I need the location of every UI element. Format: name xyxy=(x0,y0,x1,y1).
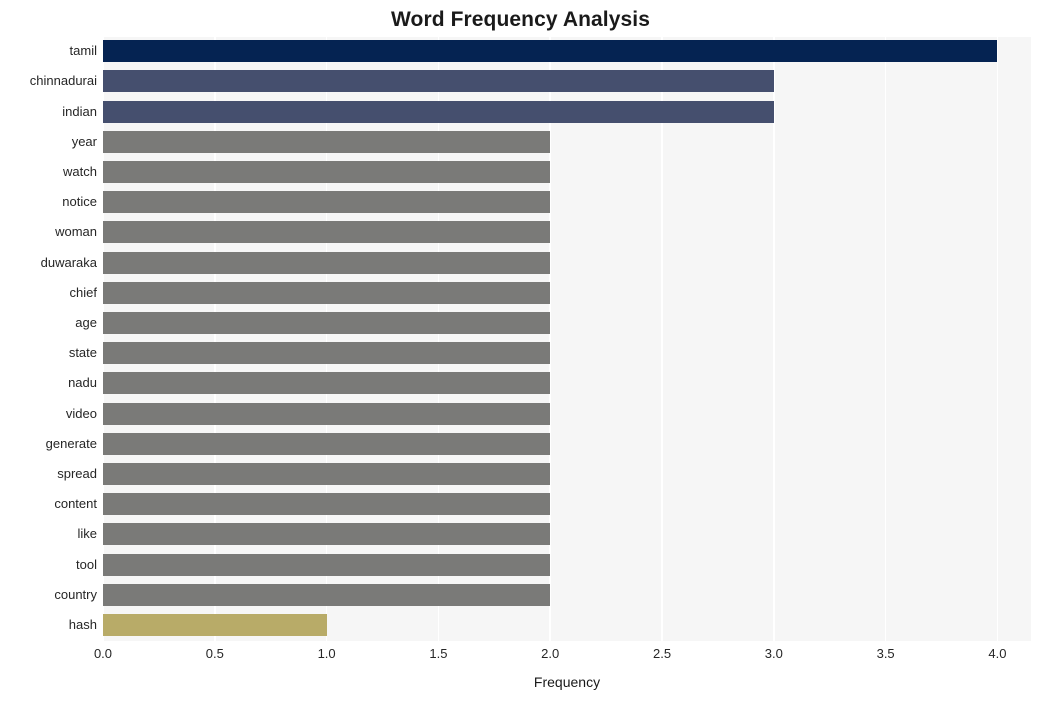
y-tick-label-country: country xyxy=(54,586,97,602)
x-tick-label-2.0: 2.0 xyxy=(541,646,560,661)
y-tick-label-age: age xyxy=(75,314,97,330)
bar-duwaraka xyxy=(103,251,551,274)
bar-tool xyxy=(103,553,551,576)
y-tick-label-nadu: nadu xyxy=(68,375,97,391)
bar-woman xyxy=(103,221,551,244)
y-tick-label-watch: watch xyxy=(63,163,97,179)
bar-watch xyxy=(103,160,551,183)
y-tick-label-generate: generate xyxy=(45,435,97,451)
bar-tamil xyxy=(103,40,998,63)
x-tick-label-0.0: 0.0 xyxy=(93,646,113,661)
bar-country xyxy=(103,583,551,606)
x-tick-label-1.0: 1.0 xyxy=(317,646,336,661)
word-frequency-chart: Word Frequency Analysis tamil chinnadurai… xyxy=(0,0,1041,701)
bar-state xyxy=(103,342,551,365)
bar-age xyxy=(103,311,551,334)
bar-hash xyxy=(103,613,327,636)
plot-area xyxy=(102,37,1031,641)
y-tick-label-tool: tool xyxy=(76,556,97,572)
bar-year xyxy=(103,130,551,153)
y-tick-label-duwaraka: duwaraka xyxy=(40,254,97,270)
bar-nadu xyxy=(103,372,551,395)
y-tick-label-hash: hash xyxy=(68,616,97,632)
y-tick-label-tamil: tamil xyxy=(69,43,97,59)
bar-spread xyxy=(103,462,551,485)
chart-title: Word Frequency Analysis xyxy=(390,8,651,31)
y-tick-label-like: like xyxy=(77,526,97,542)
x-tick-label-3.5: 3.5 xyxy=(876,646,895,661)
bars-layer xyxy=(103,37,1031,641)
x-tick-label-3.0: 3.0 xyxy=(764,646,783,661)
bar-like xyxy=(103,523,551,546)
bar-content xyxy=(103,493,551,516)
x-axis-tick-labels: 0.0 0.5 1.0 1.5 2.0 2.5 3.0 3.5 4.0 xyxy=(0,645,1041,667)
x-tick-label-1.5: 1.5 xyxy=(429,646,448,661)
bar-video xyxy=(103,402,551,425)
y-axis-tick-labels: tamil chinnadurai indian year watch notice wom… xyxy=(0,37,97,641)
bar-notice xyxy=(103,191,551,214)
y-tick-label-video: video xyxy=(65,405,97,421)
y-tick-label-notice: notice xyxy=(62,194,97,210)
x-tick-label-2.5: 2.5 xyxy=(652,646,672,661)
bar-chief xyxy=(103,281,551,304)
x-tick-label-0.5: 0.5 xyxy=(205,646,224,661)
bar-indian xyxy=(103,100,774,123)
y-tick-label-chinnadurai: chinnadurai xyxy=(29,73,97,89)
x-axis-title: Frequency xyxy=(533,674,601,690)
y-tick-label-woman: woman xyxy=(55,224,97,240)
bar-generate xyxy=(103,432,551,455)
y-tick-label-chief: chief xyxy=(69,284,97,300)
y-tick-label-content: content xyxy=(54,496,97,512)
y-tick-label-indian: indian xyxy=(62,103,97,119)
y-tick-label-state: state xyxy=(68,345,97,361)
bar-chinnadurai xyxy=(103,70,774,93)
y-tick-label-year: year xyxy=(71,133,97,149)
y-tick-label-spread: spread xyxy=(57,465,97,481)
x-tick-label-4.0: 4.0 xyxy=(988,646,1007,661)
